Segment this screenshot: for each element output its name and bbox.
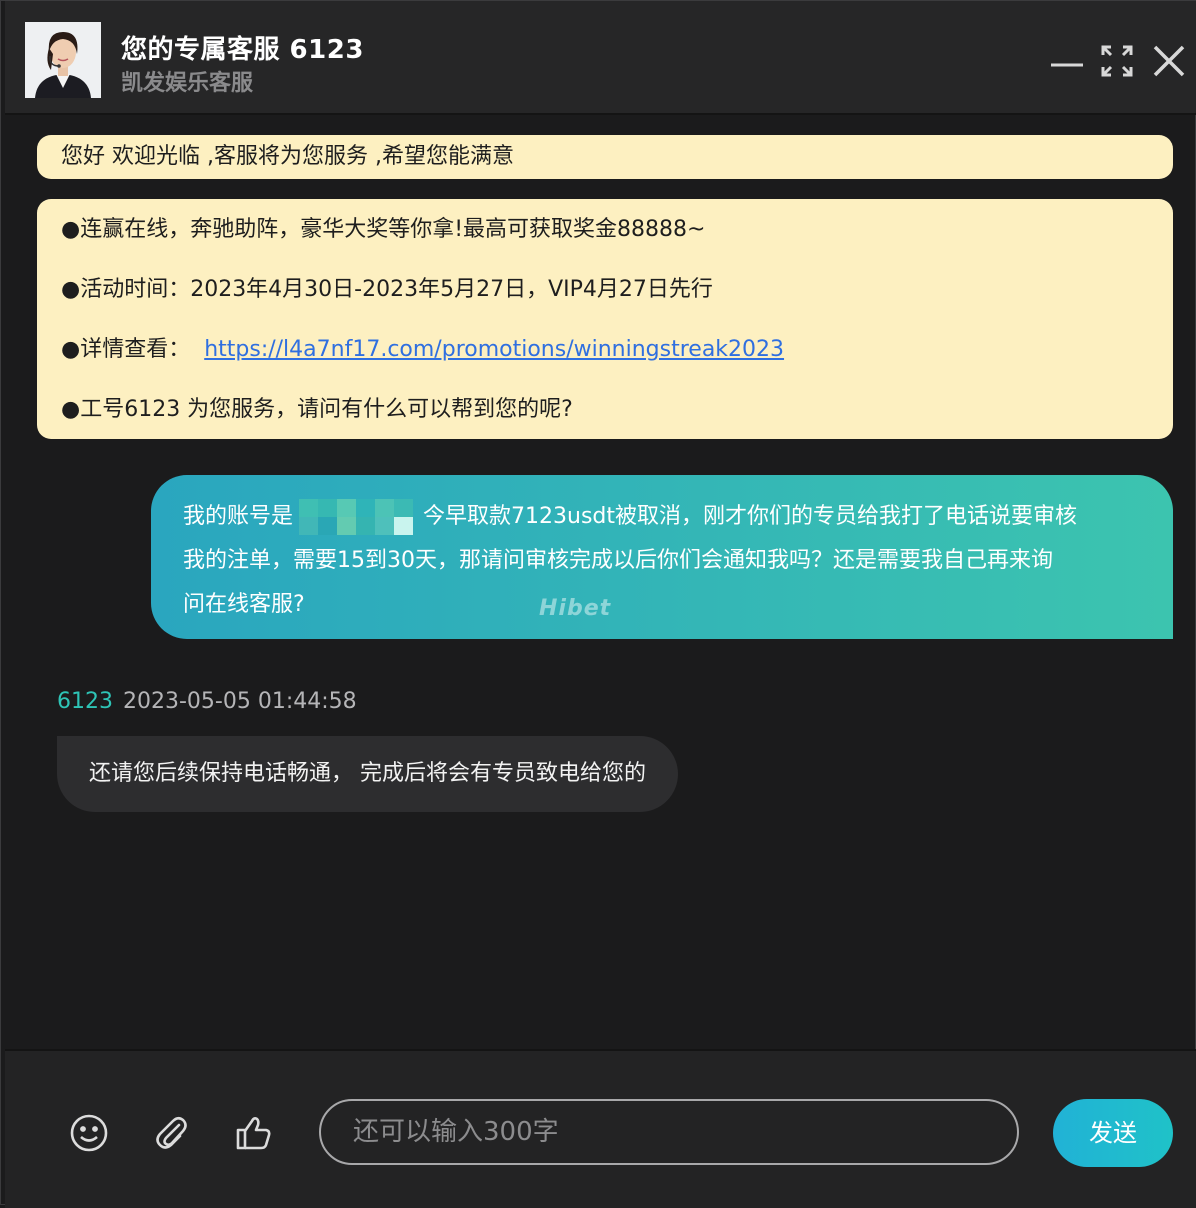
user-message-text: 我的账号是 <box>183 504 294 529</box>
promo-line: ●活动时间：2023年4月30日-2023年5月27日，VIP4月27日先行 <box>61 277 713 302</box>
paperclip-icon[interactable] <box>149 1111 193 1155</box>
message-timestamp: 2023-05-05 01:44:58 <box>123 689 357 714</box>
chat-header: 您的专属客服 6123 凯发娱乐客服 <box>5 1 1196 115</box>
thumbs-up-icon[interactable] <box>231 1111 275 1155</box>
close-icon[interactable] <box>1149 41 1189 81</box>
user-message-line: 问在线客服? <box>183 592 305 617</box>
agent-id: 6123 <box>57 689 113 714</box>
promo-message: ●连赢在线，奔驰助阵，豪华大奖等你拿!最高可获取奖金88888~ ●活动时间：2… <box>37 199 1173 439</box>
agent-avatar <box>25 22 101 98</box>
user-message-bubble: 我的账号是 今早取款7123usdt被取消，刚才你们的专员给我打了电话说要审核 … <box>151 475 1173 639</box>
promo-link[interactable]: https://l4a7nf17.com/promotions/winnings… <box>204 337 784 362</box>
agent-message-bubble: 还请您后续保持电话畅通， 完成后将会有专员致电给您的 <box>57 736 678 812</box>
promo-details-line: ●详情查看： https://l4a7nf17.com/promotions/wi… <box>61 329 1149 389</box>
header-subtitle: 凯发娱乐客服 <box>121 71 254 96</box>
promo-line: ●连赢在线，奔驰助阵，豪华大奖等你拿!最高可获取奖金88888~ <box>61 217 706 242</box>
watermark-logo: Hibet <box>539 596 612 621</box>
chat-window: 您的专属客服 6123 凯发娱乐客服 您好 欢迎光临 ,客服将为您服务 ,希望您… <box>0 0 1196 1208</box>
redacted-account-mosaic <box>299 499 417 535</box>
emoji-icon[interactable] <box>67 1111 111 1155</box>
send-button[interactable]: 发送 <box>1053 1099 1173 1167</box>
user-message-line: 我的注单，需要15到30天，那请问审核完成以后你们会通知我吗？还是需要我自己再来… <box>183 548 1053 573</box>
header-title: 您的专属客服 6123 <box>121 35 364 65</box>
welcome-message: 您好 欢迎光临 ,客服将为您服务 ,希望您能满意 <box>37 135 1173 179</box>
maximize-icon[interactable] <box>1097 41 1137 81</box>
chat-footer: 发送 <box>5 1049 1196 1208</box>
promo-line: ●工号6123 为您服务，请问有什么可以帮到您的呢? <box>61 397 573 422</box>
message-input[interactable] <box>319 1099 1019 1165</box>
user-message-text: 今早取款7123usdt被取消，刚才你们的专员给我打了电话说要审核 <box>423 504 1078 529</box>
minimize-icon[interactable] <box>1047 41 1087 81</box>
user-message-line: 我的账号是 今早取款7123usdt被取消，刚才你们的专员给我打了电话说要审核 <box>183 495 1143 539</box>
promo-details-label: ●详情查看： <box>61 337 191 362</box>
agent-message-meta: 6123 2023-05-05 01:44:58 <box>57 689 357 714</box>
